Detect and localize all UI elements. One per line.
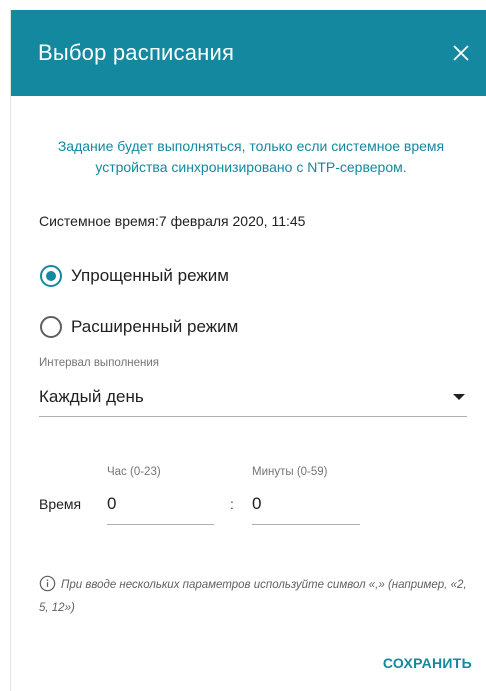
radio-button-unchecked[interactable] xyxy=(40,316,62,338)
ntp-notice: Задание будет выполняться, только если с… xyxy=(57,138,445,175)
system-time: Системное время:7 февраля 2020, 11:45 xyxy=(39,213,306,229)
close-button[interactable] xyxy=(449,41,473,65)
interval-select[interactable]: Каждый день xyxy=(39,378,467,417)
hour-field[interactable] xyxy=(107,488,214,525)
minute-input[interactable] xyxy=(252,494,360,514)
dialog-title: Выбор расписания xyxy=(38,40,235,65)
minute-label: Минуты (0-59) xyxy=(252,466,328,478)
radio-label-advanced: Расширенный режим xyxy=(71,317,239,336)
radio-label-simple: Упрощенный режим xyxy=(71,266,229,285)
interval-label: Интервал выполнения xyxy=(39,357,160,369)
time-separator: : xyxy=(230,496,234,512)
time-label: Время xyxy=(39,496,82,512)
chevron-down-icon xyxy=(453,394,465,400)
schedule-dialog: Выбор расписания Задание будет выполнять… xyxy=(10,10,486,691)
info-icon xyxy=(39,575,56,592)
dialog-header: Выбор расписания xyxy=(11,10,486,96)
close-icon xyxy=(453,45,469,61)
save-button[interactable]: СОХРАНИТЬ xyxy=(383,655,472,671)
interval-value: Каждый день xyxy=(39,387,144,406)
minute-field[interactable] xyxy=(252,488,360,525)
hour-label: Час (0-23) xyxy=(107,466,161,478)
radio-button-checked[interactable] xyxy=(40,265,62,287)
hint-text: При вводе нескольких параметров использу… xyxy=(39,574,479,620)
radio-advanced-mode[interactable]: Расширенный режим xyxy=(40,316,238,338)
hour-input[interactable] xyxy=(107,494,214,514)
radio-simple-mode[interactable]: Упрощенный режим xyxy=(40,265,229,287)
hint-label: При вводе нескольких параметров использу… xyxy=(39,579,467,614)
